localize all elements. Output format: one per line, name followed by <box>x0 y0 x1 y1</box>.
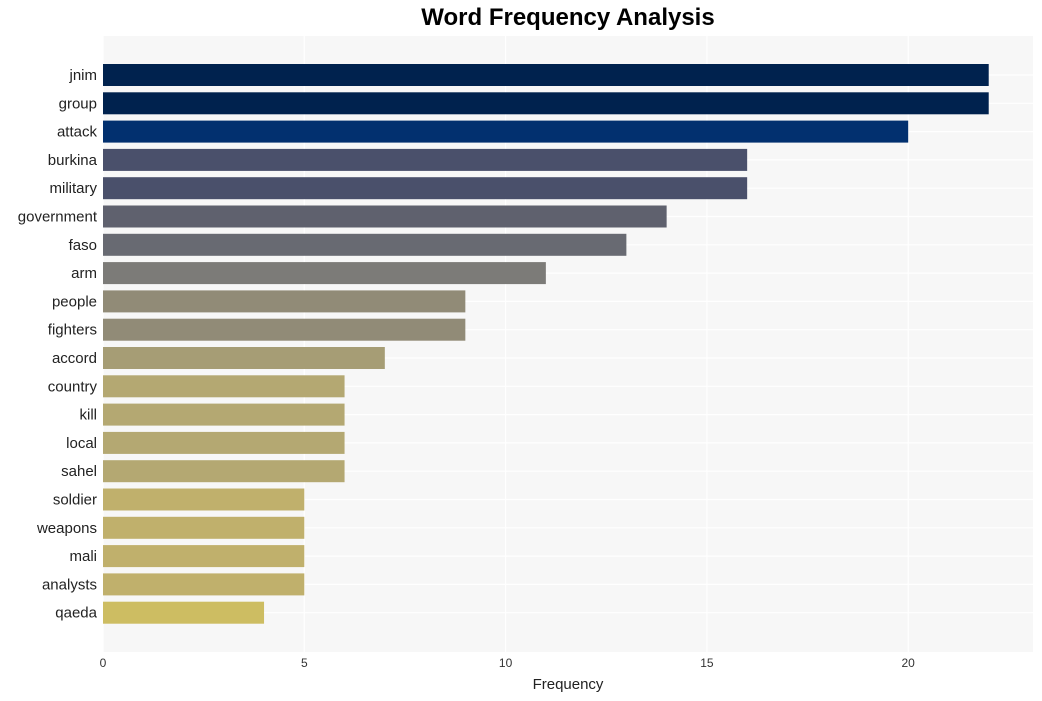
x-tick-label: 15 <box>700 656 714 670</box>
category-label-jnim: jnim <box>68 67 97 84</box>
x-tick-label: 20 <box>902 656 916 670</box>
category-label-fighters: fighters <box>48 322 97 339</box>
bar-qaeda <box>103 601 265 624</box>
category-label-qaeda: qaeda <box>55 605 97 622</box>
bar-country <box>103 375 345 398</box>
bar-mali <box>103 545 305 568</box>
category-label-local: local <box>66 435 97 452</box>
bar-accord <box>103 347 385 369</box>
bar-soldier <box>103 488 305 511</box>
category-label-military: military <box>50 180 98 197</box>
category-label-mali: mali <box>69 548 97 565</box>
bar-chart: jnim group attack burkina military government… <box>18 36 1033 693</box>
bar-local <box>103 431 345 454</box>
bar-weapons <box>103 516 305 539</box>
x-axis-label: Frequency <box>533 676 604 693</box>
category-label-faso: faso <box>69 237 97 254</box>
category-label-arm: arm <box>71 265 97 282</box>
category-label-burkina: burkina <box>48 152 98 169</box>
bar-sahel <box>103 460 345 483</box>
bar-burkina <box>103 148 748 171</box>
bar-analysts <box>103 573 305 596</box>
x-tick-label: 5 <box>301 656 308 670</box>
category-label-soldier: soldier <box>53 492 97 509</box>
category-label-group: group <box>59 95 97 112</box>
category-label-government: government <box>18 209 98 226</box>
category-label-sahel: sahel <box>61 463 97 480</box>
category-label-attack: attack <box>57 124 98 141</box>
category-label-country: country <box>48 378 98 395</box>
bar-government <box>103 205 667 228</box>
x-tick-label: 0 <box>100 656 107 670</box>
bar-fighters <box>103 318 466 341</box>
category-label-analysts: analysts <box>42 576 97 593</box>
bar-jnim <box>103 64 989 86</box>
x-tick-label: 10 <box>499 656 513 670</box>
category-label-people: people <box>52 293 97 310</box>
bar-people <box>103 290 466 313</box>
bar-arm <box>103 262 546 285</box>
bar-attack <box>103 120 909 143</box>
category-label-accord: accord <box>52 350 97 367</box>
bar-group <box>103 92 989 115</box>
bar-kill <box>103 403 345 426</box>
category-label-kill: kill <box>80 407 98 424</box>
category-label-weapons: weapons <box>36 520 97 537</box>
bar-faso <box>103 233 627 256</box>
category-labels: jnim group attack burkina military government… <box>18 67 98 622</box>
x-tick-labels: 0 5 10 15 20 <box>100 656 916 670</box>
bar-military <box>103 177 748 200</box>
